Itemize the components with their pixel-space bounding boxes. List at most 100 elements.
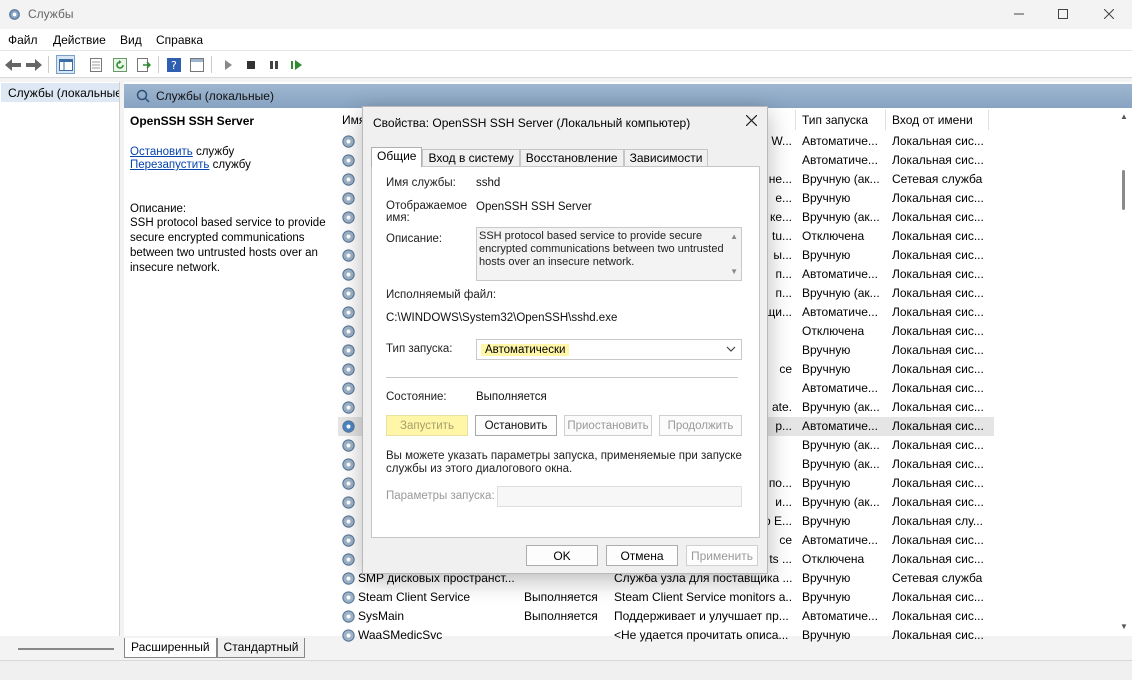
dialog-close-button[interactable] xyxy=(745,113,758,130)
stop-button[interactable]: Остановить xyxy=(475,415,557,436)
minimize-icon xyxy=(1014,13,1024,15)
tab-dependencies[interactable]: Зависимости xyxy=(623,149,709,167)
maximize-button[interactable] xyxy=(1040,0,1086,28)
service-gear-icon xyxy=(342,553,355,566)
show-hide-tree-button[interactable] xyxy=(56,55,75,74)
cell-startup: Автоматиче... xyxy=(802,305,878,319)
cell-logon: Локальная сис... xyxy=(892,590,984,604)
stop-service-button[interactable] xyxy=(241,55,260,74)
start-params-input[interactable] xyxy=(497,486,742,507)
restart-service-line: Перезапустить службу xyxy=(130,159,251,171)
general-tab-panel: Имя службы: sshd Отображаемое имя: OpenS… xyxy=(371,166,760,538)
tab-general[interactable]: Общие xyxy=(371,147,423,167)
restart-service-button[interactable] xyxy=(287,55,306,74)
cell-logon: Локальная сис... xyxy=(892,229,984,243)
service-name-value: sshd xyxy=(476,177,501,189)
column-divider xyxy=(795,110,796,130)
apply-button[interactable]: Применить xyxy=(686,545,758,566)
toolbar-separator xyxy=(211,56,212,73)
column-header-startup[interactable]: Тип запуска xyxy=(802,113,868,132)
cancel-button[interactable]: Отмена xyxy=(606,545,678,566)
toolbar: ? xyxy=(0,51,1132,78)
startup-type-value: Автоматически xyxy=(481,343,570,356)
properties-dialog: Свойства: OpenSSH SSH Server (Локальный … xyxy=(362,106,768,574)
start-button[interactable]: Запустить xyxy=(386,415,468,436)
tab-standard[interactable]: Стандартный xyxy=(216,638,306,658)
tree-horizontal-scrollbar[interactable] xyxy=(18,648,114,650)
restart-icon xyxy=(290,59,302,70)
service-gear-icon xyxy=(342,306,355,319)
service-gear-icon xyxy=(342,192,355,205)
cell-logon: Локальная сис... xyxy=(892,343,984,357)
close-button[interactable] xyxy=(1086,0,1132,28)
stop-service-link[interactable]: Остановить xyxy=(130,146,193,158)
pane-header-title: Службы (локальные) xyxy=(156,89,274,103)
forward-button[interactable] xyxy=(24,55,43,74)
table-row[interactable]: Steam Client Service Выполняется Steam Cli… xyxy=(338,588,994,607)
restart-service-link[interactable]: Перезапустить xyxy=(130,159,209,171)
cell-logon: Локальная сис... xyxy=(892,191,984,205)
description-text: SSH protocol based service to provide se… xyxy=(130,217,326,274)
service-gear-icon xyxy=(342,173,355,186)
pause-button[interactable]: Приостановить xyxy=(564,415,652,436)
console-view-button[interactable] xyxy=(187,55,206,74)
tree-item-services-local[interactable]: Службы (локальные) xyxy=(1,83,119,102)
description-label: Описание: xyxy=(130,203,187,215)
menu-bar: Файл Действие Вид Справка xyxy=(0,29,1132,51)
tab-recovery[interactable]: Восстановление xyxy=(519,149,624,167)
tab-logon[interactable]: Вход в систему xyxy=(422,149,520,167)
service-gear-icon xyxy=(342,458,355,471)
cell-description: Steam Client Service monitors a... xyxy=(614,590,792,604)
window-title: Службы xyxy=(28,7,74,21)
cell-logon: Локальная сис... xyxy=(892,533,984,547)
scroll-up-arrow[interactable]: ▲ xyxy=(730,230,738,243)
service-gear-icon xyxy=(342,439,355,452)
tab-extended[interactable]: Расширенный xyxy=(124,638,217,658)
cell-startup: Отключена xyxy=(802,324,865,338)
menu-view[interactable]: Вид xyxy=(120,33,142,47)
pause-icon xyxy=(269,60,278,69)
properties-view-button[interactable] xyxy=(86,55,105,74)
menu-action[interactable]: Действие xyxy=(53,33,106,47)
cell-description: Поддерживает и улучшает пр... xyxy=(614,609,789,623)
cell-logon: Локальная сис... xyxy=(892,476,984,490)
toolbar-separator xyxy=(48,56,49,73)
scroll-up-arrow[interactable]: ▲ xyxy=(1120,112,1128,121)
scroll-down-arrow[interactable]: ▼ xyxy=(730,265,738,278)
service-name-label: Имя службы: xyxy=(386,177,456,189)
back-button[interactable] xyxy=(3,55,22,74)
cell-startup: Автоматиче... xyxy=(802,609,878,623)
display-name-value[interactable]: OpenSSH SSH Server xyxy=(476,201,592,214)
refresh-button[interactable] xyxy=(110,55,129,74)
cell-logon: Локальная сис... xyxy=(892,400,984,414)
export-list-button[interactable] xyxy=(134,55,153,74)
startup-type-select[interactable]: Автоматически xyxy=(476,339,742,360)
help-button[interactable]: ? xyxy=(164,55,183,74)
menu-help[interactable]: Справка xyxy=(156,33,203,47)
vertical-scrollbar-thumb[interactable] xyxy=(1122,170,1125,210)
column-header-logon[interactable]: Вход от имени xyxy=(892,113,973,132)
service-gear-icon xyxy=(342,135,355,148)
executable-path: C:\WINDOWS\System32\OpenSSH\sshd.exe xyxy=(386,312,618,324)
cell-startup: Вручную xyxy=(802,590,851,604)
play-icon xyxy=(224,59,232,70)
service-gear-icon xyxy=(342,230,355,243)
description-textbox[interactable]: SSH protocol based service to provide se… xyxy=(476,227,742,281)
table-row[interactable]: SysMain Выполняется Поддерживает и улучшае… xyxy=(338,607,994,626)
pause-service-button[interactable] xyxy=(264,55,283,74)
table-row[interactable]: WaaSMedicSvc <Не удается прочитать описа.… xyxy=(338,626,994,645)
console-tree: Службы (локальные) xyxy=(0,82,120,636)
minimize-button[interactable] xyxy=(996,0,1042,28)
start-service-button[interactable] xyxy=(218,55,237,74)
ok-button[interactable]: OK xyxy=(526,545,598,566)
service-gear-icon xyxy=(342,287,355,300)
scroll-down-arrow[interactable]: ▼ xyxy=(1120,622,1128,631)
cell-startup: Вручную (ак... xyxy=(802,210,880,224)
cell-logon: Локальная сис... xyxy=(892,210,984,224)
resume-button[interactable]: Продолжить xyxy=(659,415,742,436)
forward-arrow-icon xyxy=(25,58,42,71)
cell-startup: Автоматиче... xyxy=(802,267,878,281)
stop-icon xyxy=(246,60,255,69)
menu-file[interactable]: Файл xyxy=(8,33,38,47)
executable-label: Исполняемый файл: xyxy=(386,289,497,301)
